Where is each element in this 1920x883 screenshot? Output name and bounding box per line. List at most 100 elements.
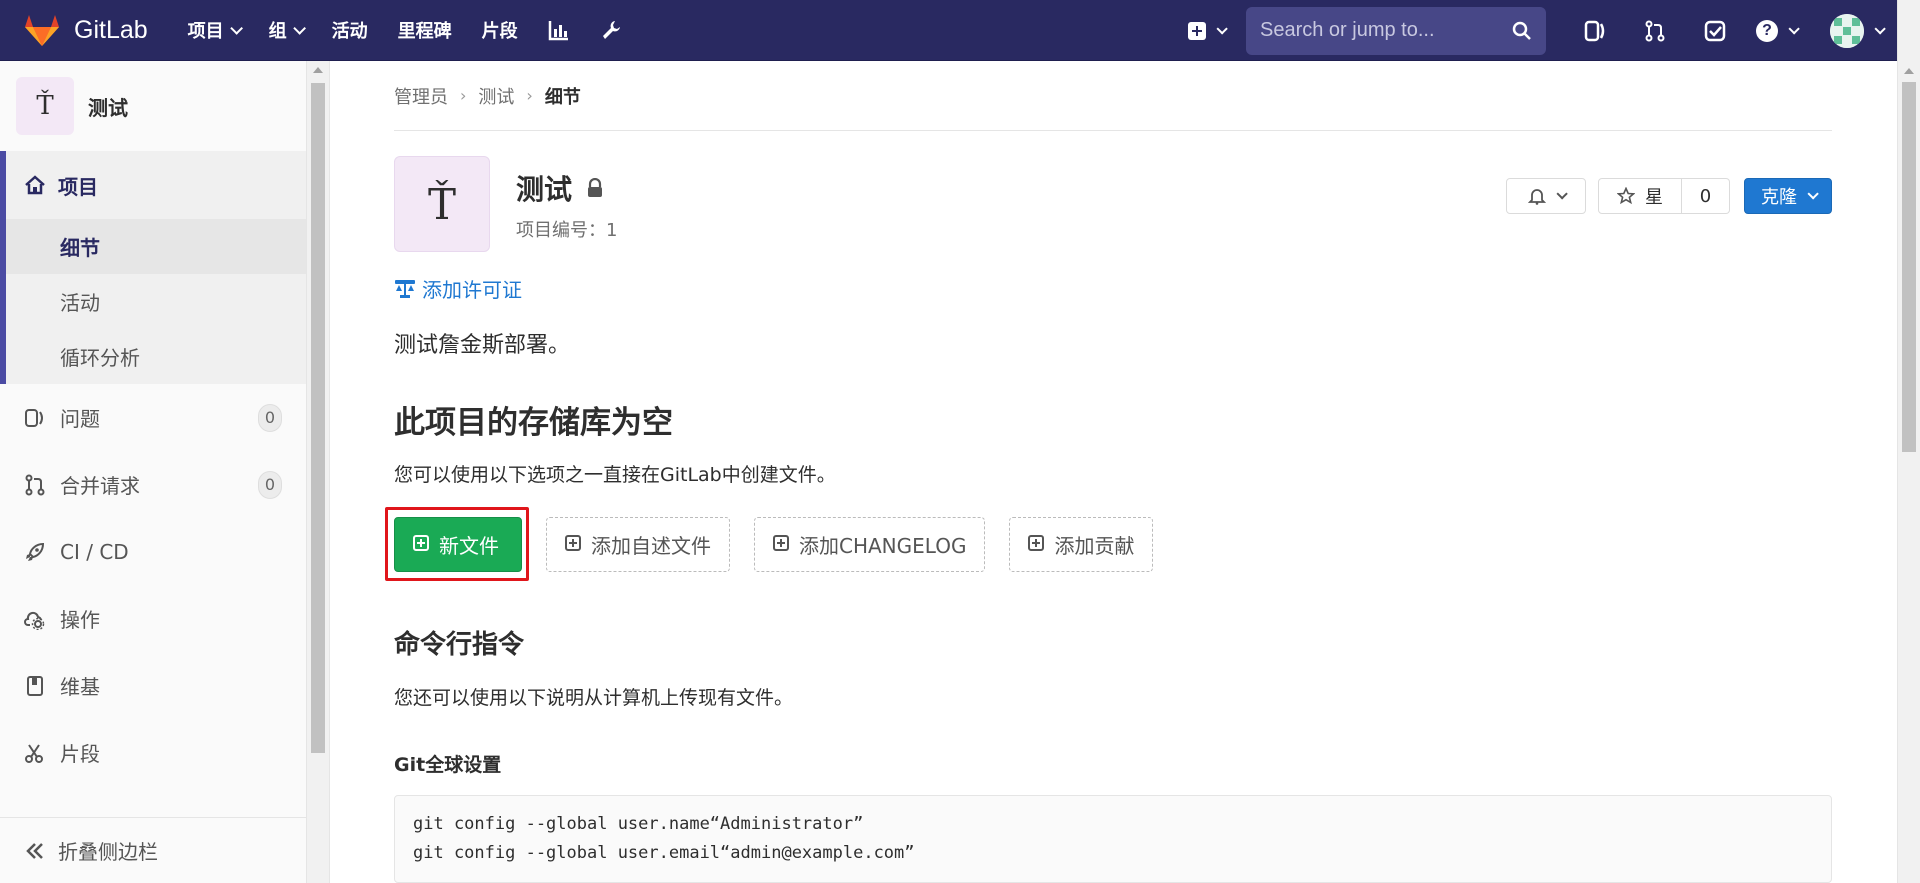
add-changelog-button[interactable]: 添加CHANGELOG [754,517,986,572]
sidebar-item-wiki-label: 维基 [60,675,100,699]
project-title: 测试 [516,168,617,208]
highlight-box [385,507,529,581]
merge-request-icon [25,474,45,495]
sidebar-item-issues[interactable]: 问题 0 [0,384,306,451]
nav-groups-dropdown[interactable]: 组 [268,0,306,61]
nav-groups-label: 组 [268,21,287,42]
add-contributing-button[interactable]: 添加贡献 [1009,517,1154,572]
chevron-down-icon [1556,188,1568,200]
sidebar-item-project[interactable]: 项目 [6,151,329,219]
scissors-icon [25,743,43,763]
project-sidebar: Ť 测试 项目 细节 活动 循环分析 问题 0 合并请求 0 CI / CD 操… [0,61,330,883]
breadcrumb-admin-link[interactable]: 管理员 [394,83,448,109]
nav-activity-label: 活动 [331,21,368,42]
admin-chart-link[interactable] [548,0,570,61]
star-group: 星 0 [1598,178,1730,214]
lock-icon [588,178,603,197]
add-readme-button[interactable]: 添加自述文件 [546,517,730,572]
sidebar-item-operations[interactable]: 操作 [0,585,306,652]
scroll-up-arrow-icon[interactable] [1904,68,1914,74]
bell-icon [1528,189,1546,205]
nav-projects-label: 项目 [187,21,224,42]
sidebar-item-issues-label: 问题 [60,407,100,431]
merge-requests-nav-button[interactable] [1636,0,1674,61]
sidebar-item-snippets[interactable]: 片段 [0,719,306,786]
star-count[interactable]: 0 [1682,178,1730,214]
gitlab-home-link[interactable]: GitLab [24,0,148,61]
add-contributing-label: 添加贡献 [1054,534,1135,558]
home-icon [25,175,45,195]
nav-snippets-label: 片段 [481,21,518,42]
sidebar-project-header[interactable]: Ť 测试 [0,61,329,151]
issues-nav-button[interactable] [1576,0,1614,61]
book-icon [27,675,43,696]
page-scrollbar-thumb[interactable] [1902,82,1916,452]
nav-right: ? [1188,0,1886,61]
main-content: 管理员 › 测试 › 细节 Ť 测试 项目编号：1 星 0 克隆 添加许可证 测… [385,61,1832,883]
admin-area-link[interactable] [600,0,622,61]
sidebar-subitem-cycle-analytics[interactable]: 循环分析 [6,329,329,384]
git-config-code-block[interactable]: git config --global user.name“Administra… [394,795,1832,883]
sidebar-item-ci-cd[interactable]: CI / CD [0,518,306,585]
breadcrumb-project-link[interactable]: 测试 [478,83,514,109]
empty-repo-title: 此项目的存储库为空 [394,405,673,441]
add-license-link[interactable]: 添加许可证 [394,274,1832,303]
plus-square-icon [1028,534,1045,551]
scroll-up-arrow-icon[interactable] [313,67,323,73]
nav-projects-dropdown[interactable]: 项目 [187,0,243,61]
gitlab-logo-icon [25,15,59,46]
star-label: 星 [1645,187,1663,208]
add-readme-label: 添加自述文件 [591,534,711,558]
sidebar-scrollbar-thumb[interactable] [311,83,325,753]
chevron-right-icon: › [526,86,533,105]
sidebar-project-group: 项目 细节 活动 循环分析 [0,151,329,384]
star-button[interactable]: 星 [1598,178,1682,214]
sidebar-item-merge-requests[interactable]: 合并请求 0 [0,451,306,518]
chevron-down-icon [1216,22,1228,35]
issues-icon [1584,20,1605,41]
collapse-sidebar-button[interactable]: 折叠侧边栏 [0,817,307,883]
top-navbar: GitLab 项目 组 活动 里程碑 片段 Search or jump to.… [0,0,1920,61]
clone-label: 克隆 [1761,187,1797,208]
plus-square-icon [565,534,581,551]
sidebar-subitem-activity[interactable]: 活动 [6,274,329,329]
sidebar-project-name: 测试 [88,95,128,120]
double-chevron-left-icon [26,842,43,859]
sidebar-subitem-details[interactable]: 细节 [6,219,329,274]
notification-dropdown[interactable] [1506,178,1586,214]
sidebar-scrollbar[interactable] [306,61,329,883]
nav-milestones-link[interactable]: 里程碑 [398,0,452,61]
scale-icon [395,279,415,298]
search-input[interactable] [1260,19,1500,42]
help-icon: ? [1756,19,1778,42]
user-menu-dropdown[interactable] [1830,13,1886,48]
file-action-buttons: 新文件 添加自述文件 添加CHANGELOG 添加贡献 [385,507,1832,581]
cloud-gear-icon [24,611,45,630]
chevron-down-icon [1788,22,1800,35]
star-icon [1617,187,1635,205]
new-dropdown[interactable] [1188,21,1228,40]
code-line: git config --global user.name“Administra… [413,814,864,834]
avatar-icon [1830,13,1864,48]
issues-icon [25,408,43,427]
issues-count-badge: 0 [258,403,282,432]
sidebar-project-avatar: Ť [16,77,74,135]
breadcrumb-current[interactable]: 细节 [545,83,581,109]
project-info: 测试 项目编号：1 [516,168,617,266]
rocket-icon [26,542,45,561]
project-name: 测试 [516,173,573,206]
empty-repo-subtitle: 您可以使用以下选项之一直接在GitLab中创建文件。 [394,464,836,486]
search-box[interactable] [1246,6,1546,55]
wrench-icon [602,21,620,39]
sidebar-item-wiki[interactable]: 维基 [0,652,306,719]
code-line: git config --global user.email“admin@exa… [413,843,915,863]
clone-dropdown-button[interactable]: 克隆 [1744,178,1832,214]
todos-nav-button[interactable] [1696,0,1734,61]
nav-activity-link[interactable]: 活动 [332,0,368,61]
cli-title: 命令行指令 [394,630,525,660]
nav-snippets-link[interactable]: 片段 [482,0,518,61]
add-license-label: 添加许可证 [422,278,522,302]
help-dropdown[interactable]: ? [1756,19,1800,42]
sidebar-item-project-label: 项目 [58,174,98,199]
page-scrollbar[interactable] [1897,0,1920,883]
